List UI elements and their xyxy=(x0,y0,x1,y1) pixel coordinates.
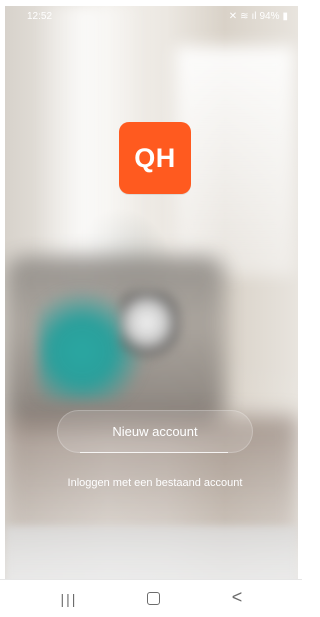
android-nav-bar: ||| < xyxy=(0,579,302,617)
app-logo-text: QH xyxy=(134,142,176,173)
status-icons: ✕ ≋ ıl 94% ▮ xyxy=(229,11,288,22)
app-screen: 12:52 ✕ ≋ ıl 94% ▮ QH Nieuw account Inlo… xyxy=(5,6,298,579)
home-button[interactable] xyxy=(123,580,183,617)
signal-icon: ıl xyxy=(251,10,257,22)
back-icon: < xyxy=(231,587,243,607)
app-logo: QH xyxy=(119,122,191,194)
status-time: 12:52 xyxy=(27,11,53,22)
new-account-underline xyxy=(80,452,228,453)
background-floor xyxy=(5,526,298,579)
home-icon xyxy=(146,592,160,605)
status-bar: 12:52 ✕ ≋ ıl 94% ▮ xyxy=(5,6,298,30)
battery-icon: ▮ xyxy=(282,10,288,22)
back-button[interactable]: < xyxy=(207,580,267,617)
new-account-label: Nieuw account xyxy=(112,424,198,439)
background-window xyxy=(175,46,295,276)
battery-percent: 94% xyxy=(259,11,280,22)
login-existing-account-link[interactable]: Inloggen met een bestaand account xyxy=(65,476,245,490)
wifi-icon: ≋ xyxy=(240,10,249,22)
recent-apps-icon: ||| xyxy=(60,590,78,607)
mute-icon: ✕ xyxy=(228,10,238,22)
background-dog-head xyxy=(120,291,180,361)
recent-apps-button[interactable]: ||| xyxy=(39,580,99,617)
new-account-button[interactable]: Nieuw account xyxy=(57,410,253,453)
